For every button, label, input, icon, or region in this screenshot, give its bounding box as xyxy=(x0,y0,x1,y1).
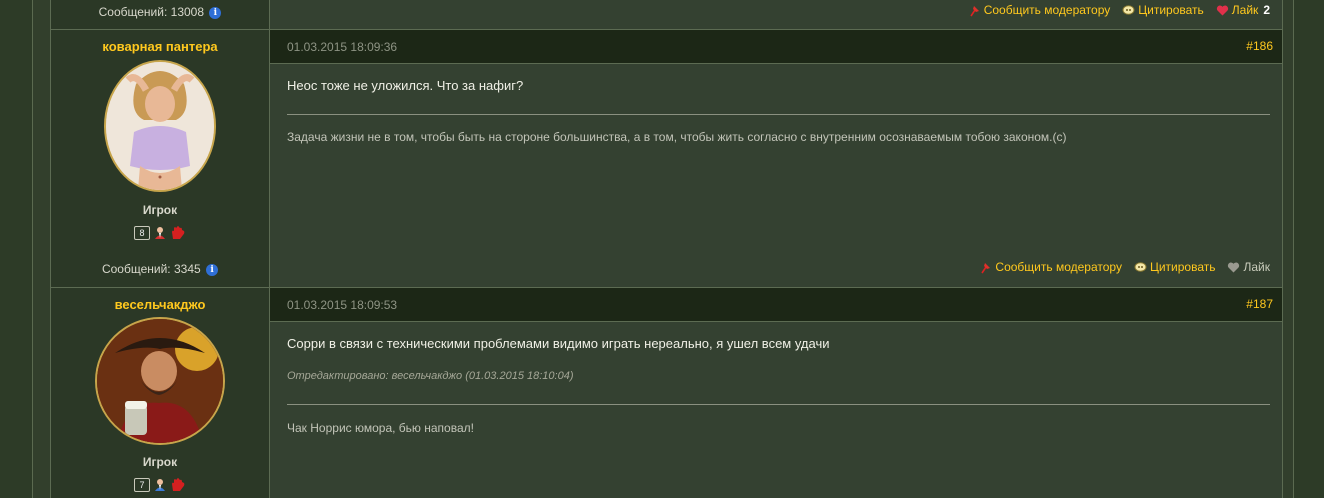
message-count: Сообщений: 3345 i xyxy=(51,262,269,276)
message-count-label: Сообщений: xyxy=(101,262,171,276)
like-link[interactable]: Лайк 2 xyxy=(1216,3,1270,17)
report-pin-icon xyxy=(970,5,979,16)
author-panel: весельчакджо Игрок 7 xyxy=(51,288,270,498)
user-icon xyxy=(155,227,165,239)
like-label: Лайк xyxy=(1231,3,1259,17)
report-label: Сообщить модератору xyxy=(983,3,1111,17)
quote-bubble-icon xyxy=(1122,4,1135,15)
message-count-value: 3345 xyxy=(173,262,201,276)
post-body: 01.03.2015 18:09:36 #186 Неос тоже не ул… xyxy=(270,30,1282,287)
quote-link[interactable]: Цитировать xyxy=(1134,260,1216,274)
post-187: весельчакджо Игрок 7 01.03.2015 18:09:53… xyxy=(50,288,1283,498)
quote-link[interactable]: Цитировать xyxy=(1122,3,1204,17)
info-icon[interactable]: i xyxy=(206,264,219,276)
post-number-link[interactable]: #186 xyxy=(1246,39,1273,53)
author-panel: коварная пантера Игрок 8 Сообщений: 3345… xyxy=(51,30,270,287)
heart-icon xyxy=(1216,5,1228,15)
post-186: коварная пантера Игрок 8 Сообщений: 3345… xyxy=(50,30,1283,287)
post-date: 01.03.2015 18:09:36 xyxy=(287,40,398,54)
signature: Задача жизни не в том, чтобы быть на сто… xyxy=(287,130,1067,144)
author-name[interactable]: коварная пантера xyxy=(51,39,269,54)
message-count: Сообщений: 13008 i xyxy=(51,5,269,19)
post-header: 01.03.2015 18:09:53 #187 xyxy=(270,288,1282,322)
signature: Чак Норрис юмора, бью наповал! xyxy=(287,421,474,435)
hand-icon xyxy=(172,478,185,491)
avatar-image xyxy=(106,62,214,190)
reputation-badge[interactable]: 7 xyxy=(134,478,150,492)
post-actions: Сообщить модератору Цитировать Лайк 2 xyxy=(968,3,1270,17)
heart-icon xyxy=(1228,262,1240,272)
report-pin-icon xyxy=(981,262,991,273)
hand-icon xyxy=(172,226,185,239)
author-badges: 7 xyxy=(51,477,269,493)
author-role: Игрок xyxy=(142,203,178,217)
message-count-value: 13008 xyxy=(170,5,205,19)
signature-separator xyxy=(287,114,1270,115)
post-actions: Сообщить модератору Цитировать Лайк xyxy=(979,260,1270,274)
post-number-link[interactable]: #187 xyxy=(1246,297,1273,311)
quote-bubble-icon xyxy=(1134,261,1147,272)
report-label: Сообщить модератору xyxy=(995,260,1122,274)
reputation-badge[interactable]: 8 xyxy=(134,226,150,240)
post-text: Неос тоже не уложился. Что за нафиг? xyxy=(287,78,524,93)
message-count-label: Сообщений: xyxy=(98,5,168,19)
author-name[interactable]: весельчакджо xyxy=(51,297,269,312)
post-body: 01.03.2015 18:09:53 #187 Сорри в связи с… xyxy=(270,288,1282,498)
author-role: Игрок xyxy=(142,455,178,469)
quote-label: Цитировать xyxy=(1138,3,1204,17)
edited-note: Отредактировано: весельчакджо (01.03.201… xyxy=(287,370,574,382)
signature-separator xyxy=(287,404,1270,405)
post-date: 01.03.2015 18:09:53 xyxy=(287,298,398,312)
like-link[interactable]: Лайк xyxy=(1227,260,1270,274)
avatar-image xyxy=(97,319,223,443)
quote-label: Цитировать xyxy=(1149,260,1216,274)
like-count: 2 xyxy=(1263,3,1270,17)
report-moderator-link[interactable]: Сообщить модератору xyxy=(979,260,1122,274)
previous-post-body: Сообщить модератору Цитировать Лайк 2 xyxy=(270,0,1282,29)
post-header: 01.03.2015 18:09:36 #186 xyxy=(270,30,1282,64)
report-moderator-link[interactable]: Сообщить модератору xyxy=(968,3,1111,17)
post-text: Сорри в связи с техническими проблемами … xyxy=(287,336,830,351)
avatar[interactable] xyxy=(104,60,216,192)
author-badges: 8 xyxy=(51,225,269,241)
info-icon[interactable]: i xyxy=(209,7,222,19)
previous-author-panel: Сообщений: 13008 i xyxy=(51,0,270,29)
avatar[interactable] xyxy=(95,317,225,445)
user-icon xyxy=(155,479,165,491)
like-label: Лайк xyxy=(1243,260,1270,274)
previous-post-footer: Сообщений: 13008 i Сообщить модератору Ц… xyxy=(50,0,1283,29)
